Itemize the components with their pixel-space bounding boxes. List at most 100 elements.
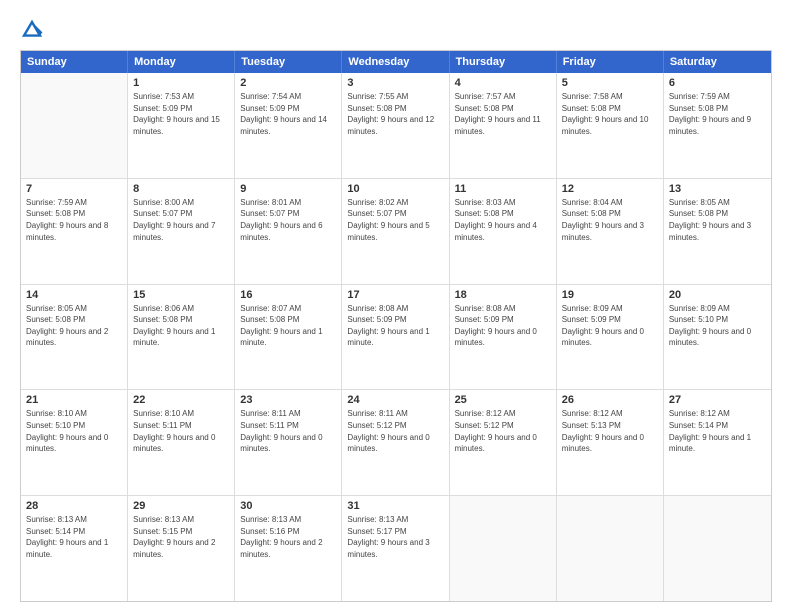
calendar-cell: 27 Sunrise: 8:12 AMSunset: 5:14 PMDayligh… bbox=[664, 390, 771, 495]
day-number: 6 bbox=[669, 77, 766, 89]
calendar-cell: 12 Sunrise: 8:04 AMSunset: 5:08 PMDayligh… bbox=[557, 179, 664, 284]
header bbox=[20, 18, 772, 42]
calendar-cell bbox=[21, 73, 128, 178]
cell-sun-info: Sunrise: 8:13 AMSunset: 5:16 PMDaylight:… bbox=[240, 514, 336, 560]
cell-sun-info: Sunrise: 8:01 AMSunset: 5:07 PMDaylight:… bbox=[240, 197, 336, 243]
day-number: 28 bbox=[26, 500, 122, 512]
day-number: 22 bbox=[133, 394, 229, 406]
calendar-cell: 8Sunrise: 8:00 AMSunset: 5:07 PMDaylight… bbox=[128, 179, 235, 284]
cell-sun-info: Sunrise: 7:55 AMSunset: 5:08 PMDaylight:… bbox=[347, 91, 443, 137]
day-number: 7 bbox=[26, 183, 122, 195]
calendar-week-3: 14 Sunrise: 8:05 AMSunset: 5:08 PMDayligh… bbox=[21, 285, 771, 391]
header-cell-monday: Monday bbox=[128, 51, 235, 73]
cell-sun-info: Sunrise: 8:05 AMSunset: 5:08 PMDaylight:… bbox=[669, 197, 766, 243]
day-number: 15 bbox=[133, 289, 229, 301]
day-number: 24 bbox=[347, 394, 443, 406]
cell-sun-info: Sunrise: 8:12 AMSunset: 5:12 PMDaylight:… bbox=[455, 408, 551, 454]
cell-sun-info: Sunrise: 7:54 AMSunset: 5:09 PMDaylight:… bbox=[240, 91, 336, 137]
cell-sun-info: Sunrise: 8:05 AMSunset: 5:08 PMDaylight:… bbox=[26, 303, 122, 349]
day-number: 4 bbox=[455, 77, 551, 89]
calendar-cell: 16 Sunrise: 8:07 AMSunset: 5:08 PMDayligh… bbox=[235, 285, 342, 390]
calendar-body: 1 Sunrise: 7:53 AMSunset: 5:09 PMDaylight… bbox=[21, 73, 771, 601]
day-number: 29 bbox=[133, 500, 229, 512]
cell-sun-info: Sunrise: 8:12 AMSunset: 5:13 PMDaylight:… bbox=[562, 408, 658, 454]
calendar-cell: 31 Sunrise: 8:13 AMSunset: 5:17 PMDayligh… bbox=[342, 496, 449, 601]
cell-sun-info: Sunrise: 8:13 AMSunset: 5:17 PMDaylight:… bbox=[347, 514, 443, 560]
day-number: 8 bbox=[133, 183, 229, 195]
calendar-cell: 13 Sunrise: 8:05 AMSunset: 5:08 PMDayligh… bbox=[664, 179, 771, 284]
day-number: 19 bbox=[562, 289, 658, 301]
cell-sun-info: Sunrise: 8:02 AMSunset: 5:07 PMDaylight:… bbox=[347, 197, 443, 243]
calendar-cell: 9 Sunrise: 8:01 AMSunset: 5:07 PMDaylight… bbox=[235, 179, 342, 284]
calendar-cell: 29 Sunrise: 8:13 AMSunset: 5:15 PMDayligh… bbox=[128, 496, 235, 601]
cell-sun-info: Sunrise: 8:09 AMSunset: 5:09 PMDaylight:… bbox=[562, 303, 658, 349]
cell-sun-info: Sunrise: 8:13 AMSunset: 5:15 PMDaylight:… bbox=[133, 514, 229, 560]
day-number: 25 bbox=[455, 394, 551, 406]
cell-sun-info: Sunrise: 8:11 AMSunset: 5:11 PMDaylight:… bbox=[240, 408, 336, 454]
cell-sun-info: Sunrise: 7:53 AMSunset: 5:09 PMDaylight:… bbox=[133, 91, 229, 137]
day-number: 23 bbox=[240, 394, 336, 406]
header-cell-tuesday: Tuesday bbox=[235, 51, 342, 73]
calendar-cell bbox=[664, 496, 771, 601]
cell-sun-info: Sunrise: 8:04 AMSunset: 5:08 PMDaylight:… bbox=[562, 197, 658, 243]
calendar-cell: 30 Sunrise: 8:13 AMSunset: 5:16 PMDayligh… bbox=[235, 496, 342, 601]
calendar-cell: 21 Sunrise: 8:10 AMSunset: 5:10 PMDayligh… bbox=[21, 390, 128, 495]
day-number: 3 bbox=[347, 77, 443, 89]
header-cell-wednesday: Wednesday bbox=[342, 51, 449, 73]
calendar-cell: 2 Sunrise: 7:54 AMSunset: 5:09 PMDaylight… bbox=[235, 73, 342, 178]
cell-sun-info: Sunrise: 8:03 AMSunset: 5:08 PMDaylight:… bbox=[455, 197, 551, 243]
header-cell-saturday: Saturday bbox=[664, 51, 771, 73]
day-number: 2 bbox=[240, 77, 336, 89]
calendar-cell: 4Sunrise: 7:57 AMSunset: 5:08 PMDaylight… bbox=[450, 73, 557, 178]
calendar-week-1: 1 Sunrise: 7:53 AMSunset: 5:09 PMDaylight… bbox=[21, 73, 771, 179]
cell-sun-info: Sunrise: 8:13 AMSunset: 5:14 PMDaylight:… bbox=[26, 514, 122, 560]
calendar: SundayMondayTuesdayWednesdayThursdayFrid… bbox=[20, 50, 772, 602]
cell-sun-info: Sunrise: 8:12 AMSunset: 5:14 PMDaylight:… bbox=[669, 408, 766, 454]
calendar-cell: 10Sunrise: 8:02 AMSunset: 5:07 PMDayligh… bbox=[342, 179, 449, 284]
calendar-header: SundayMondayTuesdayWednesdayThursdayFrid… bbox=[21, 51, 771, 73]
calendar-cell: 14 Sunrise: 8:05 AMSunset: 5:08 PMDayligh… bbox=[21, 285, 128, 390]
day-number: 1 bbox=[133, 77, 229, 89]
logo-icon bbox=[20, 18, 44, 42]
page: SundayMondayTuesdayWednesdayThursdayFrid… bbox=[0, 0, 792, 612]
day-number: 5 bbox=[562, 77, 658, 89]
day-number: 16 bbox=[240, 289, 336, 301]
calendar-week-2: 7Sunrise: 7:59 AMSunset: 5:08 PMDaylight… bbox=[21, 179, 771, 285]
day-number: 30 bbox=[240, 500, 336, 512]
day-number: 9 bbox=[240, 183, 336, 195]
day-number: 13 bbox=[669, 183, 766, 195]
cell-sun-info: Sunrise: 8:10 AMSunset: 5:11 PMDaylight:… bbox=[133, 408, 229, 454]
day-number: 27 bbox=[669, 394, 766, 406]
cell-sun-info: Sunrise: 7:58 AMSunset: 5:08 PMDaylight:… bbox=[562, 91, 658, 137]
calendar-cell: 17Sunrise: 8:08 AMSunset: 5:09 PMDayligh… bbox=[342, 285, 449, 390]
cell-sun-info: Sunrise: 8:11 AMSunset: 5:12 PMDaylight:… bbox=[347, 408, 443, 454]
day-number: 11 bbox=[455, 183, 551, 195]
header-cell-sunday: Sunday bbox=[21, 51, 128, 73]
day-number: 17 bbox=[347, 289, 443, 301]
calendar-cell: 3 Sunrise: 7:55 AMSunset: 5:08 PMDaylight… bbox=[342, 73, 449, 178]
cell-sun-info: Sunrise: 8:08 AMSunset: 5:09 PMDaylight:… bbox=[455, 303, 551, 349]
calendar-cell bbox=[557, 496, 664, 601]
day-number: 21 bbox=[26, 394, 122, 406]
header-cell-thursday: Thursday bbox=[450, 51, 557, 73]
logo bbox=[20, 18, 46, 42]
calendar-cell: 20Sunrise: 8:09 AMSunset: 5:10 PMDayligh… bbox=[664, 285, 771, 390]
calendar-cell: 25 Sunrise: 8:12 AMSunset: 5:12 PMDayligh… bbox=[450, 390, 557, 495]
cell-sun-info: Sunrise: 8:10 AMSunset: 5:10 PMDaylight:… bbox=[26, 408, 122, 454]
cell-sun-info: Sunrise: 7:59 AMSunset: 5:08 PMDaylight:… bbox=[669, 91, 766, 137]
calendar-cell: 18Sunrise: 8:08 AMSunset: 5:09 PMDayligh… bbox=[450, 285, 557, 390]
calendar-cell: 19 Sunrise: 8:09 AMSunset: 5:09 PMDayligh… bbox=[557, 285, 664, 390]
calendar-cell: 11 Sunrise: 8:03 AMSunset: 5:08 PMDayligh… bbox=[450, 179, 557, 284]
calendar-cell: 1 Sunrise: 7:53 AMSunset: 5:09 PMDaylight… bbox=[128, 73, 235, 178]
cell-sun-info: Sunrise: 8:07 AMSunset: 5:08 PMDaylight:… bbox=[240, 303, 336, 349]
calendar-cell: 15Sunrise: 8:06 AMSunset: 5:08 PMDayligh… bbox=[128, 285, 235, 390]
calendar-cell: 5 Sunrise: 7:58 AMSunset: 5:08 PMDaylight… bbox=[557, 73, 664, 178]
calendar-cell: 23 Sunrise: 8:11 AMSunset: 5:11 PMDayligh… bbox=[235, 390, 342, 495]
day-number: 31 bbox=[347, 500, 443, 512]
day-number: 14 bbox=[26, 289, 122, 301]
calendar-cell: 28 Sunrise: 8:13 AMSunset: 5:14 PMDayligh… bbox=[21, 496, 128, 601]
day-number: 12 bbox=[562, 183, 658, 195]
calendar-week-4: 21 Sunrise: 8:10 AMSunset: 5:10 PMDayligh… bbox=[21, 390, 771, 496]
calendar-cell: 24 Sunrise: 8:11 AMSunset: 5:12 PMDayligh… bbox=[342, 390, 449, 495]
calendar-cell: 22 Sunrise: 8:10 AMSunset: 5:11 PMDayligh… bbox=[128, 390, 235, 495]
